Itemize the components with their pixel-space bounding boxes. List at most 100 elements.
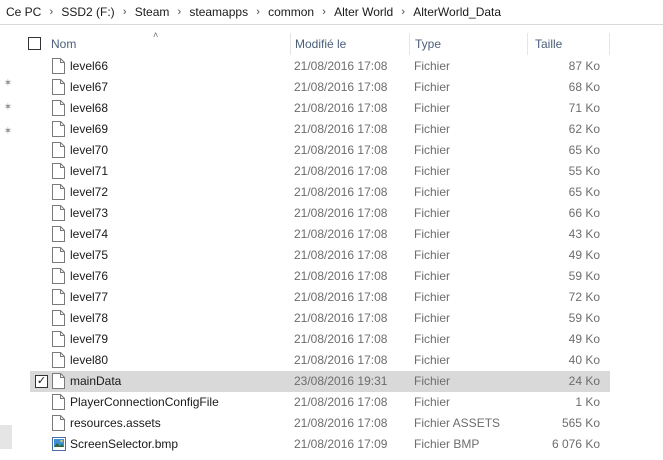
table-row[interactable]: PlayerConnectionConfigFile 21/08/2016 17:… (30, 392, 610, 413)
file-name: level74 (70, 227, 109, 241)
file-type: Fichier BMP (414, 437, 480, 451)
table-row[interactable]: level79 21/08/2016 17:08 Fichier 49 Ko (30, 329, 610, 350)
file-name: level69 (70, 122, 109, 136)
breadcrumb-item[interactable]: common (266, 0, 316, 24)
file-type: Fichier (414, 248, 451, 262)
file-type: Fichier (414, 143, 451, 157)
file-size: 59 Ko (568, 311, 600, 325)
file-modified-date: 21/08/2016 17:08 (294, 269, 388, 283)
file-size: 49 Ko (568, 248, 600, 262)
file-size: 65 Ko (568, 185, 600, 199)
column-divider[interactable] (527, 33, 528, 55)
file-name: level68 (70, 101, 109, 115)
file-type: Fichier (414, 206, 451, 220)
file-modified-date: 21/08/2016 17:09 (294, 437, 388, 451)
file-icon (52, 79, 65, 95)
file-name: ScreenSelector.bmp (70, 437, 179, 451)
file-modified-date: 21/08/2016 17:08 (294, 227, 388, 241)
file-icon (52, 415, 65, 431)
chevron-right-icon[interactable]: › (171, 0, 187, 24)
table-row[interactable]: resources.assets 21/08/2016 17:08 Fichier … (30, 413, 610, 434)
table-row[interactable]: level67 21/08/2016 17:08 Fichier 68 Ko (30, 77, 610, 98)
pin-icon[interactable]: ✶ (2, 126, 14, 138)
column-divider[interactable] (409, 33, 410, 55)
file-type: Fichier (414, 101, 451, 115)
chevron-right-icon[interactable]: › (117, 0, 133, 24)
table-row[interactable]: level78 21/08/2016 17:08 Fichier 59 Ko (30, 308, 610, 329)
file-modified-date: 21/08/2016 17:08 (294, 416, 388, 430)
breadcrumb-item[interactable]: SSD2 (F:) (59, 0, 116, 24)
table-row[interactable]: level74 21/08/2016 17:08 Fichier 43 Ko (30, 224, 610, 245)
file-size: 565 Ko (561, 416, 600, 430)
table-row[interactable]: level73 21/08/2016 17:08 Fichier 66 Ko (30, 203, 610, 224)
table-row[interactable]: level69 21/08/2016 17:08 Fichier 62 Ko (30, 119, 610, 140)
file-icon (52, 205, 65, 221)
file-name: level70 (70, 143, 109, 157)
pin-icon[interactable]: ✶ (2, 78, 14, 90)
file-size: 65 Ko (568, 143, 600, 157)
file-modified-date: 21/08/2016 17:08 (294, 332, 388, 346)
file-type: Fichier (414, 269, 451, 283)
breadcrumb-item[interactable]: Steam (133, 0, 172, 24)
file-name: level78 (70, 311, 109, 325)
file-modified-date: 21/08/2016 17:08 (294, 185, 388, 199)
column-header-modified[interactable]: Modifié le (291, 33, 409, 55)
file-type: Fichier (414, 311, 451, 325)
file-list: level66 21/08/2016 17:08 Fichier 87 Ko level… (30, 56, 610, 455)
select-all-checkbox[interactable] (28, 37, 41, 50)
file-type: Fichier (414, 59, 451, 73)
table-row[interactable]: level77 21/08/2016 17:08 Fichier 72 Ko (30, 287, 610, 308)
column-header-name[interactable]: Nom (47, 33, 287, 55)
file-modified-date: 21/08/2016 17:08 (294, 122, 388, 136)
table-row[interactable]: level72 21/08/2016 17:08 Fichier 65 Ko (30, 182, 610, 203)
file-size: 72 Ko (568, 290, 600, 304)
row-checkbox[interactable]: ✓ (35, 375, 48, 388)
file-modified-date: 21/08/2016 17:08 (294, 101, 388, 115)
file-size: 68 Ko (568, 80, 600, 94)
chevron-right-icon[interactable]: › (395, 0, 411, 24)
navigation-selected-item[interactable] (0, 425, 12, 449)
file-name: level72 (70, 185, 109, 199)
file-icon (52, 226, 65, 242)
breadcrumb: Ce PC › SSD2 (F:) › Steam › steamapps › common › A… (0, 0, 663, 25)
chevron-right-icon[interactable]: › (316, 0, 332, 24)
table-row[interactable]: level70 21/08/2016 17:08 Fichier 65 Ko (30, 140, 610, 161)
file-size: 49 Ko (568, 332, 600, 346)
table-row[interactable]: level68 21/08/2016 17:08 Fichier 71 Ko (30, 98, 610, 119)
chevron-right-icon[interactable]: › (43, 0, 59, 24)
file-name: level80 (70, 353, 109, 367)
column-header-size[interactable]: Taille (531, 33, 609, 55)
table-row[interactable]: ✓ mainData 23/08/2016 19:31 Fichier 24 Ko (30, 371, 610, 392)
file-type: Fichier (414, 353, 451, 367)
breadcrumb-item[interactable]: Ce PC (4, 0, 43, 24)
file-icon (52, 331, 65, 347)
breadcrumb-item[interactable]: Alter World (332, 0, 395, 24)
column-header-type[interactable]: Type (411, 33, 527, 55)
column-header-row: ˄ Nom Modifié le Type Taille (20, 30, 610, 55)
file-modified-date: 21/08/2016 17:08 (294, 143, 388, 157)
bitmap-image-icon (52, 436, 66, 452)
table-row[interactable]: level71 21/08/2016 17:08 Fichier 55 Ko (30, 161, 610, 182)
table-row[interactable]: level75 21/08/2016 17:08 Fichier 49 Ko (30, 245, 610, 266)
file-modified-date: 21/08/2016 17:08 (294, 248, 388, 262)
file-modified-date: 21/08/2016 17:08 (294, 290, 388, 304)
breadcrumb-item[interactable]: steamapps (187, 0, 250, 24)
file-modified-date: 21/08/2016 17:08 (294, 395, 388, 409)
file-size: 40 Ko (568, 353, 600, 367)
table-row[interactable]: level80 21/08/2016 17:08 Fichier 40 Ko (30, 350, 610, 371)
pin-icon[interactable]: ✶ (2, 102, 14, 114)
file-modified-date: 21/08/2016 17:08 (294, 80, 388, 94)
file-icon (52, 142, 65, 158)
file-type: Fichier (414, 374, 451, 388)
file-name: level67 (70, 80, 109, 94)
table-row[interactable]: ScreenSelector.bmp 21/08/2016 17:09 Fichie… (30, 434, 610, 455)
column-divider[interactable] (609, 33, 610, 55)
breadcrumb-item[interactable]: AlterWorld_Data (411, 0, 503, 24)
file-name: level79 (70, 332, 109, 346)
table-row[interactable]: level66 21/08/2016 17:08 Fichier 87 Ko (30, 56, 610, 77)
table-row[interactable]: level76 21/08/2016 17:08 Fichier 59 Ko (30, 266, 610, 287)
file-icon (52, 289, 65, 305)
file-type: Fichier (414, 290, 451, 304)
file-size: 1 Ko (575, 395, 600, 409)
chevron-right-icon[interactable]: › (250, 0, 266, 24)
